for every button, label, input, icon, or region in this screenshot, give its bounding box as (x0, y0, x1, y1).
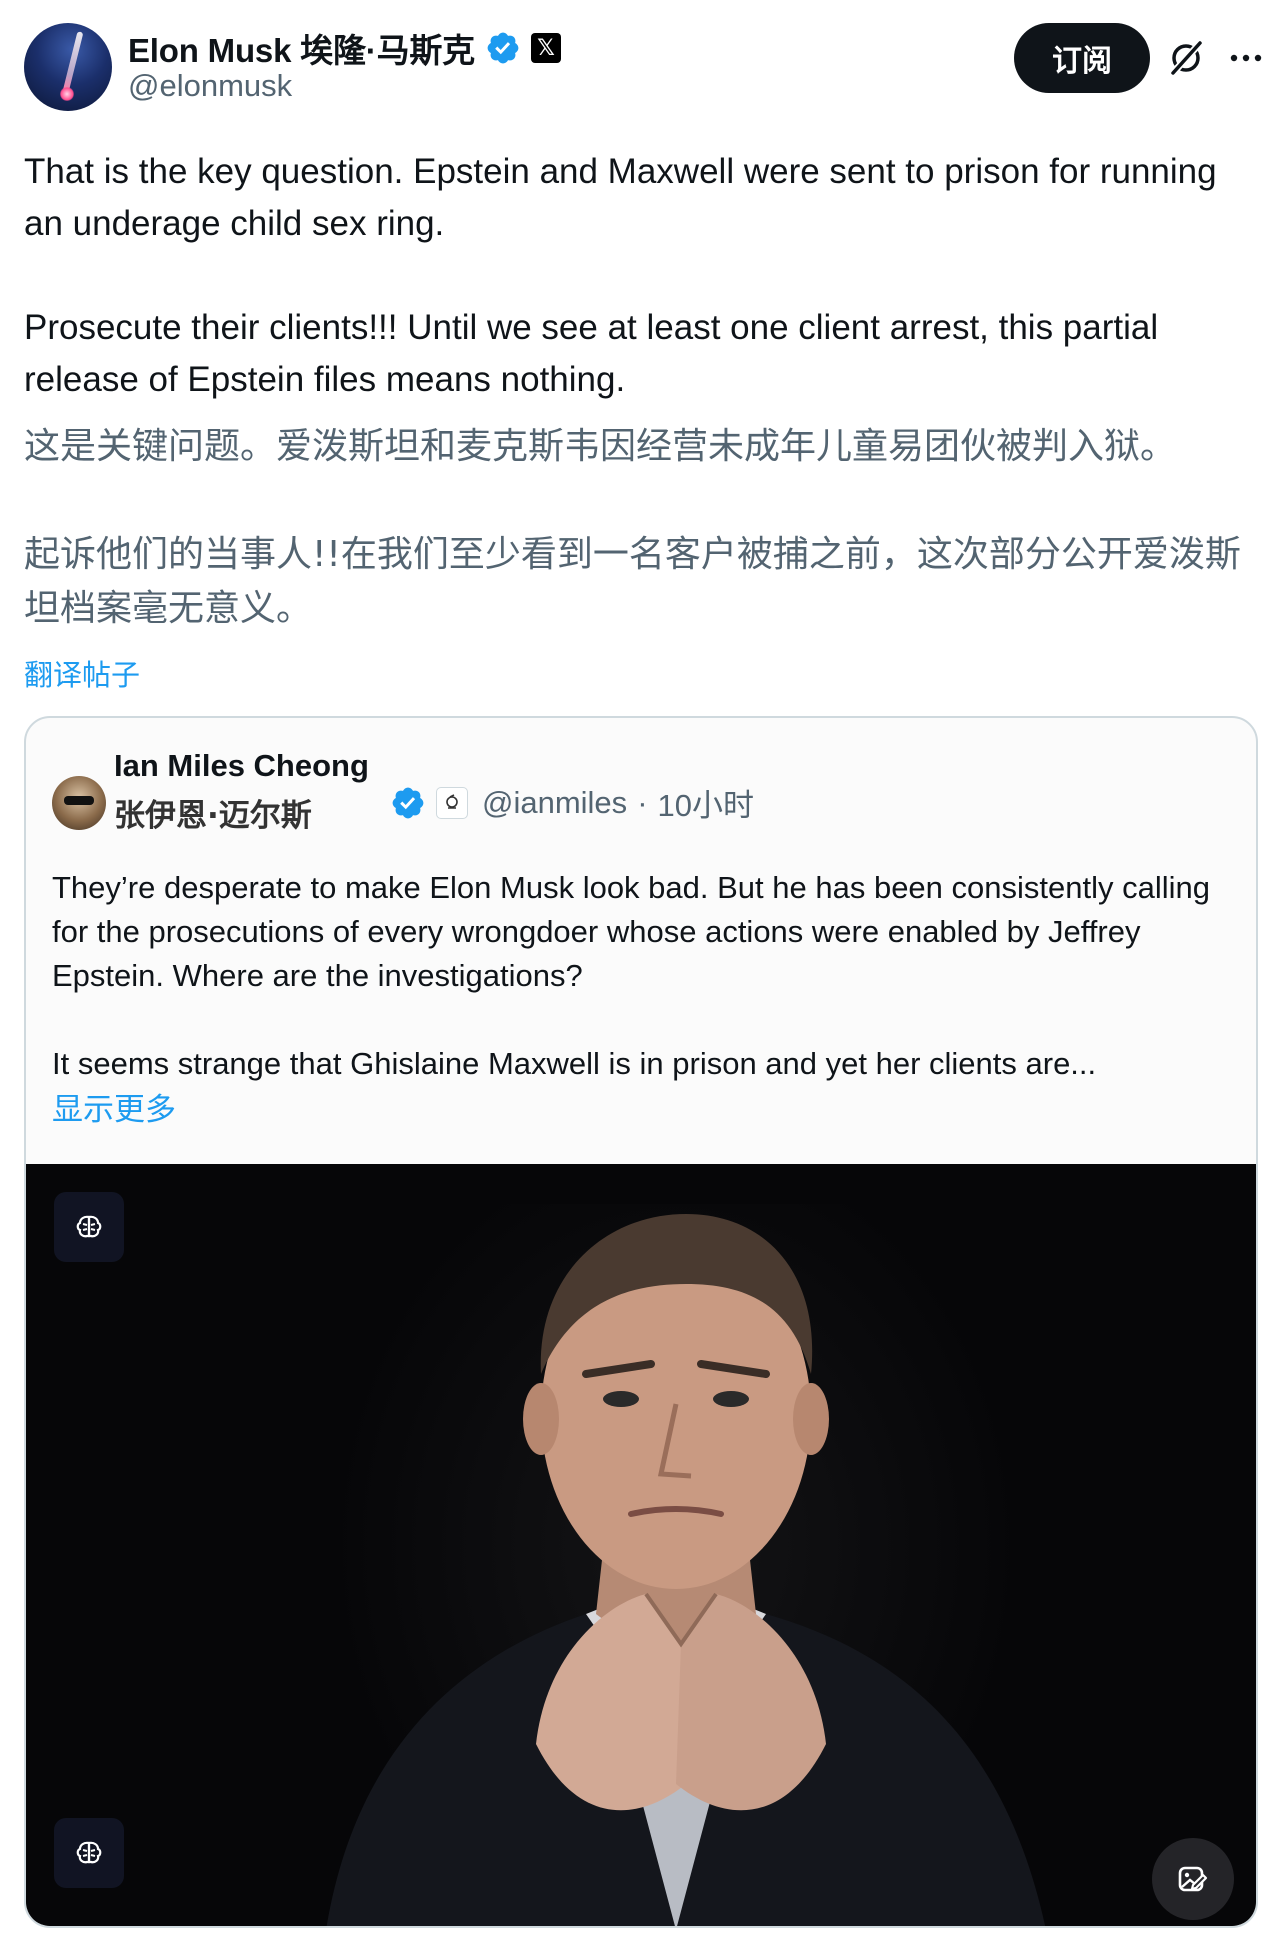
author-handle[interactable]: @elonmusk (128, 68, 292, 104)
quoted-author-meta: @ianmiles · 10小时 (390, 780, 754, 825)
edit-image-icon[interactable] (1152, 1838, 1234, 1920)
avatar-glasses (64, 796, 94, 805)
quoted-post-text: They’re desperate to make Elon Musk look… (52, 870, 1210, 1081)
translate-post-link[interactable]: 翻译帖子 (24, 652, 140, 694)
x-affiliate-badge[interactable]: 𝕏 (530, 33, 561, 63)
post-page: Elon Musk 埃隆·马斯克 𝕏 @elonmusk 订阅 That is … (0, 0, 1279, 1935)
quoted-post-card[interactable]: Ian Miles Cheong 张伊恩·迈尔斯 @ianmiles · 10小… (24, 716, 1258, 1928)
show-more-link[interactable]: 显示更多 (52, 1084, 176, 1129)
quoted-post-image[interactable] (26, 1164, 1256, 1926)
brain-icon[interactable] (54, 1192, 124, 1262)
avatar-flame (60, 87, 74, 101)
meta-separator: · (637, 784, 648, 820)
verified-badge-icon[interactable] (390, 785, 426, 821)
grok-icon[interactable] (1166, 38, 1206, 78)
quoted-author-name[interactable]: Ian Miles Cheong (114, 746, 369, 786)
quoted-post-time[interactable]: 10小时 (658, 780, 754, 825)
brain-icon[interactable] (54, 1818, 124, 1888)
subscribe-button[interactable]: 订阅 (1014, 23, 1150, 93)
more-icon[interactable] (1226, 38, 1266, 78)
avatar-rocket (62, 31, 84, 93)
portrait-illustration (326, 1214, 1046, 1926)
post-translation: 这是关键问题。爱泼斯坦和麦克斯韦因经营未成年儿童易团伙被判入狱。 起诉他们的当事… (24, 426, 1241, 629)
author-display-name[interactable]: Elon Musk 埃隆·马斯克 (128, 24, 475, 72)
author-avatar[interactable] (24, 23, 112, 111)
quoted-author-name-cn[interactable]: 张伊恩·迈尔斯 (114, 796, 312, 836)
affiliate-logo-icon[interactable] (436, 786, 468, 819)
verified-badge-icon[interactable] (485, 30, 521, 66)
post-text: That is the key question. Epstein and Ma… (24, 152, 1217, 399)
author-name-row: Elon Musk 埃隆·马斯克 𝕏 (128, 24, 561, 72)
quoted-author-handle[interactable]: @ianmiles (482, 785, 627, 821)
quoted-author-avatar[interactable] (52, 776, 106, 830)
